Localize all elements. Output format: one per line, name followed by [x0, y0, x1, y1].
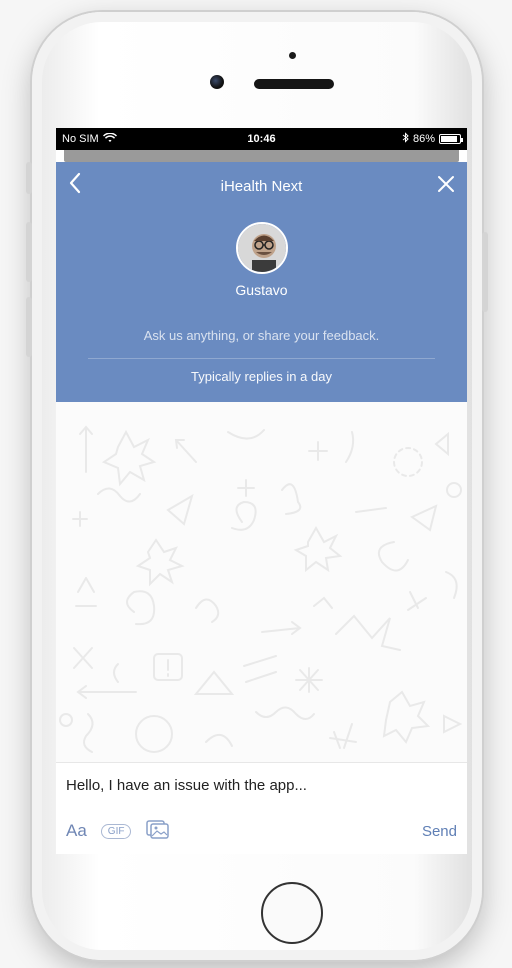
battery-percent: 86%	[412, 133, 435, 145]
chat-area	[56, 402, 467, 762]
format-text-button[interactable]: Aa	[66, 821, 87, 841]
close-button[interactable]	[437, 172, 455, 200]
wifi-icon	[102, 131, 117, 146]
image-icon	[145, 819, 170, 843]
front-camera-icon	[210, 75, 224, 89]
reply-time: Typically replies in a day	[191, 369, 332, 384]
gif-button[interactable]: GIF	[100, 823, 132, 839]
status-right: 86%	[402, 132, 463, 146]
side-button	[482, 232, 488, 312]
carrier-label: No SIM	[62, 133, 99, 145]
home-button[interactable]	[261, 882, 323, 944]
composer-toolbar: Aa GIF Send	[66, 819, 457, 843]
sensor-dot	[289, 52, 296, 59]
send-button[interactable]: Send	[422, 823, 457, 840]
chat-header: iHealth Next Gustavo Ask us anything, or…	[56, 162, 467, 402]
avatar	[235, 222, 288, 274]
status-time: 10:46	[247, 133, 276, 145]
side-button	[26, 162, 32, 194]
phone-screen: No SIM 10:46 86% iHealth Next Gustavo As…	[56, 128, 467, 854]
header-title: iHealth Next	[220, 178, 303, 195]
doodle-background	[59, 425, 463, 753]
header-subtitle: Ask us anything, or share your feedback.	[143, 328, 380, 343]
speaker-grille	[254, 79, 334, 89]
agent-name: Gustavo	[235, 282, 288, 298]
bluetooth-icon	[402, 132, 409, 146]
header-divider	[88, 358, 435, 359]
message-composer: Hello, I have an issue with the app... A…	[56, 762, 467, 854]
message-input[interactable]: Hello, I have an issue with the app...	[66, 777, 307, 794]
top-strip	[64, 150, 459, 162]
status-left: No SIM	[62, 131, 117, 146]
side-button	[26, 297, 32, 357]
close-icon	[437, 172, 455, 199]
image-button[interactable]	[145, 819, 170, 844]
side-button	[26, 222, 32, 282]
battery-icon	[439, 134, 463, 144]
status-bar: No SIM 10:46 86%	[56, 128, 467, 150]
